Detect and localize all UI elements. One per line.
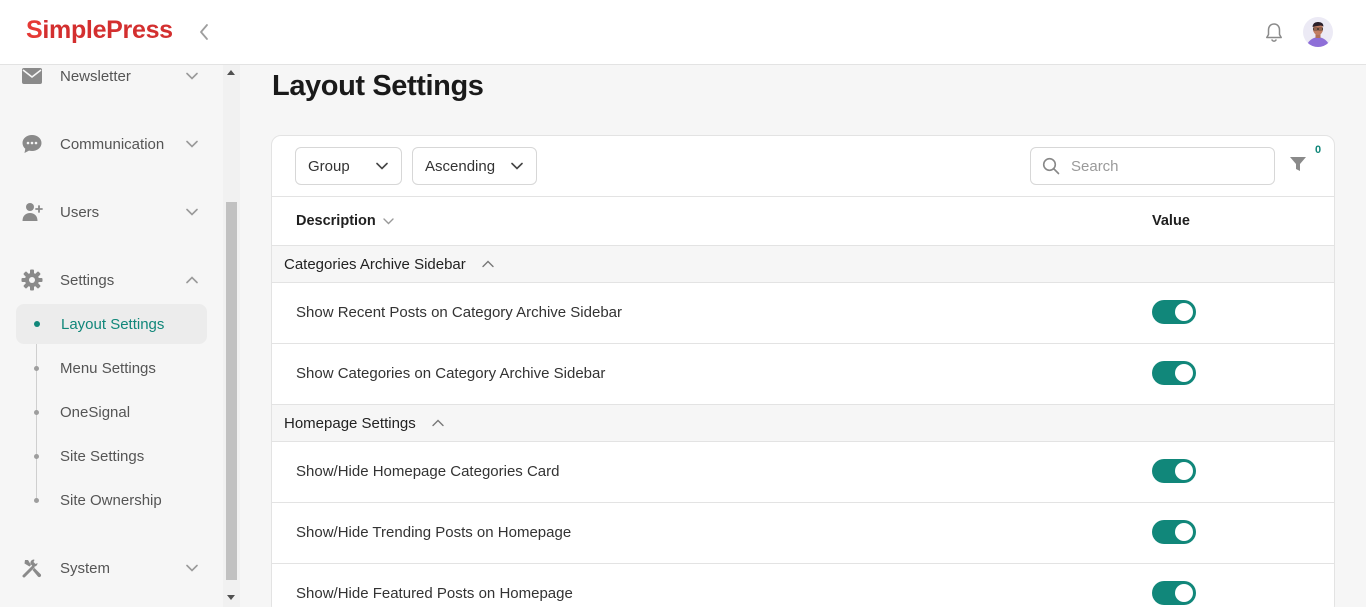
sort-order-select[interactable]: Ascending	[412, 147, 537, 185]
table-header: Description Value	[272, 197, 1334, 246]
column-header-label: Value	[1152, 213, 1190, 229]
sidebar-item-system[interactable]: System	[16, 548, 208, 588]
toggle-knob	[1175, 584, 1193, 602]
sidebar-item-label: Communication	[60, 135, 165, 153]
settings-table-card: Group Ascending 0 Description Value Cate…	[271, 135, 1335, 607]
setting-description: Show/Hide Featured Posts on Homepage	[296, 585, 573, 602]
bullet-dot	[34, 497, 39, 503]
filter-count-badge: 0	[1314, 144, 1322, 156]
chevron-up-icon[interactable]	[430, 415, 446, 431]
chevron-down-icon	[182, 202, 202, 222]
setting-description: Show Categories on Category Archive Side…	[296, 365, 606, 382]
logo-text-simple: imple	[42, 16, 107, 44]
chevron-up-icon[interactable]	[480, 256, 496, 272]
sidebar-subitem-menu-settings[interactable]: Menu Settings	[16, 348, 207, 388]
chevron-down-icon	[182, 134, 202, 154]
table-row: Show Categories on Category Archive Side…	[272, 344, 1334, 405]
tools-icon	[12, 548, 52, 588]
setting-toggle-on[interactable]	[1152, 520, 1196, 544]
filter-button[interactable]	[1288, 154, 1312, 178]
chevron-down-icon	[508, 157, 526, 175]
setting-toggle-on[interactable]	[1152, 581, 1196, 605]
bullet-dot	[34, 365, 39, 371]
user-plus-icon	[12, 192, 52, 232]
group-select[interactable]: Group	[295, 147, 402, 185]
column-header-value: Value	[1152, 213, 1190, 229]
sidebar-item-users[interactable]: Users	[16, 192, 208, 232]
bell-icon	[1266, 23, 1282, 42]
group-row-homepage-settings[interactable]: Homepage Settings	[272, 405, 1334, 442]
setting-description: Show/Hide Trending Posts on Homepage	[296, 524, 572, 541]
chevron-up-icon	[182, 270, 202, 290]
user-avatar[interactable]	[1303, 17, 1333, 47]
scrollbar-thumb[interactable]	[226, 202, 237, 580]
sidebar-subitem-site-ownership[interactable]: Site Ownership	[16, 480, 207, 520]
search-box[interactable]	[1030, 147, 1275, 185]
search-input[interactable]	[1071, 157, 1261, 175]
sidebar-item-label: Settings	[60, 271, 115, 289]
table-row: Show/Hide Featured Posts on Homepage	[272, 564, 1334, 607]
scroll-down-arrow-icon[interactable]	[227, 595, 235, 600]
column-header-description[interactable]: Description	[296, 213, 396, 229]
gear-icon	[12, 260, 52, 300]
sidebar-subitem-label: OneSignal	[60, 403, 131, 421]
table-row: Show Recent Posts on Category Archive Si…	[272, 283, 1334, 344]
sidebar-subitem-label: Site Ownership	[60, 491, 162, 509]
sort-order-value: Ascending	[425, 157, 496, 175]
sidebar-subitem-layout-settings[interactable]: Layout Settings	[16, 304, 207, 344]
sidebar-item-settings[interactable]: Settings	[16, 260, 208, 300]
sidebar-subitem-label: Site Settings	[60, 447, 145, 465]
envelope-icon	[12, 65, 52, 96]
toggle-knob	[1175, 364, 1193, 382]
sidebar-item-label: System	[60, 559, 111, 577]
sidebar-item-newsletter[interactable]: Newsletter	[16, 65, 208, 96]
sidebar-item-communication[interactable]: Communication	[16, 124, 208, 164]
sidebar-subitem-label: Layout Settings	[61, 315, 165, 333]
setting-toggle-on[interactable]	[1152, 459, 1196, 483]
setting-description: Show/Hide Homepage Categories Card	[296, 463, 560, 480]
table-row: Show/Hide Trending Posts on Homepage	[272, 503, 1334, 564]
avatar-illustration-icon	[1303, 17, 1333, 47]
sidebar-item-label: Users	[60, 203, 100, 221]
sidebar-item-label: Newsletter	[60, 67, 131, 85]
setting-toggle-on[interactable]	[1152, 300, 1196, 324]
sort-chevron-down-icon[interactable]	[382, 214, 396, 228]
search-icon	[1031, 148, 1071, 184]
table-row: Show/Hide Homepage Categories Card	[272, 442, 1334, 503]
group-row-categories-archive-sidebar[interactable]: Categories Archive Sidebar	[272, 246, 1334, 283]
collapse-sidebar-button[interactable]	[194, 20, 214, 44]
group-select-value: Group	[308, 157, 350, 175]
sidebar: Newsletter Communication Users Settings …	[0, 65, 240, 607]
table-toolbar: Group Ascending 0	[272, 136, 1334, 197]
chevron-down-icon	[373, 157, 391, 175]
setting-toggle-on[interactable]	[1152, 361, 1196, 385]
page-title: Layout Settings	[272, 70, 484, 102]
filter-funnel-icon	[1290, 157, 1306, 171]
chat-bubble-icon	[12, 124, 52, 164]
chevron-down-icon	[182, 558, 202, 578]
setting-description: Show Recent Posts on Category Archive Si…	[296, 304, 623, 321]
logo-letter-s: S	[26, 16, 43, 44]
notifications-button[interactable]	[1262, 21, 1286, 45]
app-logo[interactable]: SimplePress	[26, 16, 173, 45]
chevron-left-icon	[200, 24, 208, 40]
toggle-knob	[1175, 462, 1193, 480]
sidebar-subitem-onesignal[interactable]: OneSignal	[16, 392, 207, 432]
column-header-label: Description	[296, 213, 376, 229]
group-label: Categories Archive Sidebar	[284, 255, 466, 273]
top-header: SimplePress	[0, 0, 1366, 65]
active-dot	[34, 321, 40, 327]
sidebar-subitem-label: Menu Settings	[60, 359, 156, 377]
scroll-up-arrow-icon[interactable]	[227, 70, 235, 75]
toggle-knob	[1175, 303, 1193, 321]
bullet-dot	[34, 409, 39, 415]
logo-text-press: Press	[106, 16, 173, 44]
toggle-knob	[1175, 523, 1193, 541]
sidebar-subitem-site-settings[interactable]: Site Settings	[16, 436, 207, 476]
chevron-down-icon	[182, 66, 202, 86]
group-label: Homepage Settings	[284, 414, 416, 432]
sidebar-scrollbar[interactable]	[223, 65, 240, 607]
bullet-dot	[34, 453, 39, 459]
